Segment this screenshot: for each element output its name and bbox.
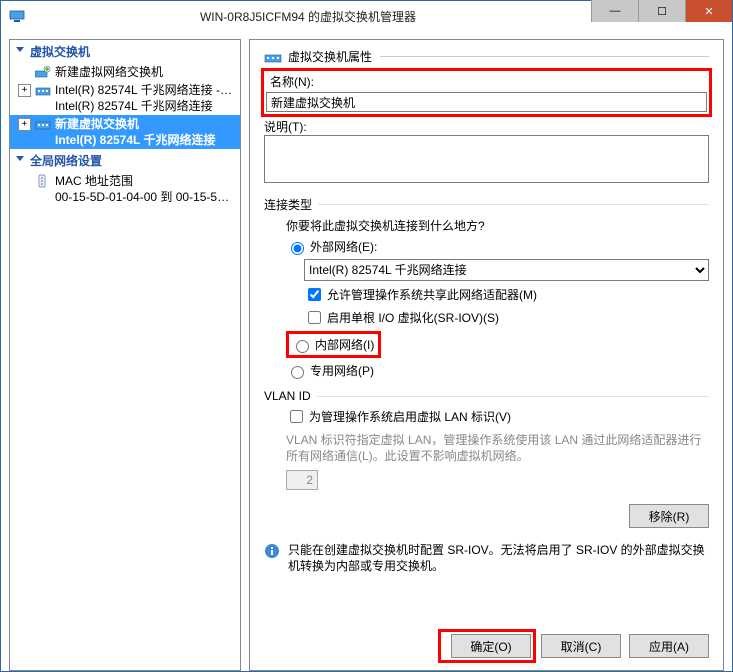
tree-item-new-virtual-switch[interactable]: 新建虚拟网络交换机 — [10, 63, 240, 81]
radio-internal[interactable] — [296, 340, 309, 353]
tree-item-sublabel: 00-15-5D-01-04-00 到 00-15-5D-0... — [55, 189, 234, 205]
group-connection-type: 连接类型 — [264, 196, 709, 213]
section-title-text: 虚拟交换机属性 — [288, 48, 372, 65]
sriov-info-row: 只能在创建虚拟交换机时配置 SR-IOV。无法将启用了 SR-IOV 的外部虚拟… — [264, 542, 709, 574]
checkbox-enable-sriov-label: 启用单根 I/O 虚拟化(SR-IOV)(S) — [327, 309, 499, 326]
checkbox-allow-mgmt-os[interactable] — [308, 288, 321, 301]
switch-tree-pane: 虚拟交换机 新建虚拟网络交换机 + — [9, 39, 241, 671]
close-button[interactable]: ✕ — [685, 0, 732, 22]
vlan-id-input — [286, 470, 318, 490]
group-vlan-id: VLAN ID — [264, 389, 709, 403]
description-textarea[interactable] — [264, 135, 709, 183]
app-icon — [9, 8, 25, 24]
switch-add-icon — [35, 65, 51, 79]
checkbox-enable-sriov[interactable] — [308, 311, 321, 324]
checkbox-allow-mgmt-os-label: 允许管理操作系统共享此网络适配器(M) — [327, 286, 537, 303]
radio-internal-label: 内部网络(I) — [315, 336, 374, 353]
checkbox-enable-vlan[interactable] — [290, 410, 303, 423]
tree-item-label: Intel(R) 82574L 千兆网络连接 - Vi... — [55, 82, 234, 98]
name-field-group: 名称(N): — [264, 71, 709, 114]
switch-name-input[interactable] — [266, 92, 707, 112]
tree-section-virtual-switches[interactable]: 虚拟交换机 — [10, 40, 240, 63]
vlan-help-text: VLAN 标识符指定虚拟 LAN，管理操作系统使用该 LAN 通过此网络适配器进… — [264, 432, 709, 464]
radio-internal-highlight: 内部网络(I) — [286, 331, 381, 358]
checkbox-enable-vlan-label: 为管理操作系统启用虚拟 LAN 标识(V) — [309, 408, 511, 425]
section-header-properties: 虚拟交换机属性 — [264, 48, 709, 65]
info-icon — [264, 543, 280, 559]
mac-range-icon — [35, 174, 51, 188]
tree-item-mac-range[interactable]: MAC 地址范围 00-15-5D-01-04-00 到 00-15-5D-0.… — [10, 172, 240, 206]
ok-button-highlight: 确定(O) — [441, 632, 533, 660]
connection-prompt: 你要将此虚拟交换机连接到什么地方? — [264, 217, 709, 234]
description-label: 说明(T): — [264, 120, 307, 134]
switch-icon — [35, 117, 51, 131]
remove-button[interactable]: 移除(R) — [629, 504, 709, 528]
switch-icon — [264, 50, 282, 64]
tree-expander-icon[interactable]: + — [18, 84, 31, 97]
tree-item-external-switch-1[interactable]: + Intel(R) 82574L 千兆网络连接 - Vi... Intel(R… — [10, 81, 240, 115]
tree-expander-icon[interactable]: + — [18, 118, 31, 131]
apply-button[interactable]: 应用(A) — [629, 634, 709, 658]
adapter-select[interactable]: Intel(R) 82574L 千兆网络连接 — [304, 259, 709, 281]
radio-private[interactable] — [291, 366, 304, 379]
radio-external-label: 外部网络(E): — [310, 238, 377, 255]
tree-item-sublabel: Intel(R) 82574L 千兆网络连接 — [55, 98, 234, 114]
dialog-footer: 确定(O) 取消(C) 应用(A) — [250, 622, 723, 670]
tree-item-label: 新建虚拟交换机 — [55, 116, 234, 132]
switch-icon — [35, 83, 51, 97]
cancel-button[interactable]: 取消(C) — [541, 634, 621, 658]
tree-item-sublabel: Intel(R) 82574L 千兆网络连接 — [55, 132, 234, 148]
name-label: 名称(N): — [270, 73, 707, 90]
tree-item-new-switch-entry[interactable]: + 新建虚拟交换机 Intel(R) 82574L 千兆网络连接 — [10, 115, 240, 149]
maximize-button[interactable]: ☐ — [638, 0, 685, 22]
tree-item-label: MAC 地址范围 — [55, 173, 234, 189]
tree-item-label: 新建虚拟网络交换机 — [55, 64, 234, 80]
minimize-button[interactable]: — — [591, 0, 638, 22]
tree-section-global[interactable]: 全局网络设置 — [10, 149, 240, 172]
detail-pane: 虚拟交换机属性 名称(N): 说明(T): 连接类型 你要将此虚拟交换机连接到什… — [249, 39, 724, 671]
radio-external[interactable] — [291, 242, 304, 255]
sriov-info-text: 只能在创建虚拟交换机时配置 SR-IOV。无法将启用了 SR-IOV 的外部虚拟… — [288, 542, 709, 574]
window-title: WIN-0R8J5ICFM94 的虚拟交换机管理器 — [25, 8, 591, 25]
title-bar: WIN-0R8J5ICFM94 的虚拟交换机管理器 — ☐ ✕ — [1, 1, 732, 32]
radio-private-label: 专用网络(P) — [310, 362, 374, 379]
virtual-switch-manager-window: WIN-0R8J5ICFM94 的虚拟交换机管理器 — ☐ ✕ 虚拟交换机 — [0, 0, 733, 672]
ok-button[interactable]: 确定(O) — [451, 634, 531, 658]
